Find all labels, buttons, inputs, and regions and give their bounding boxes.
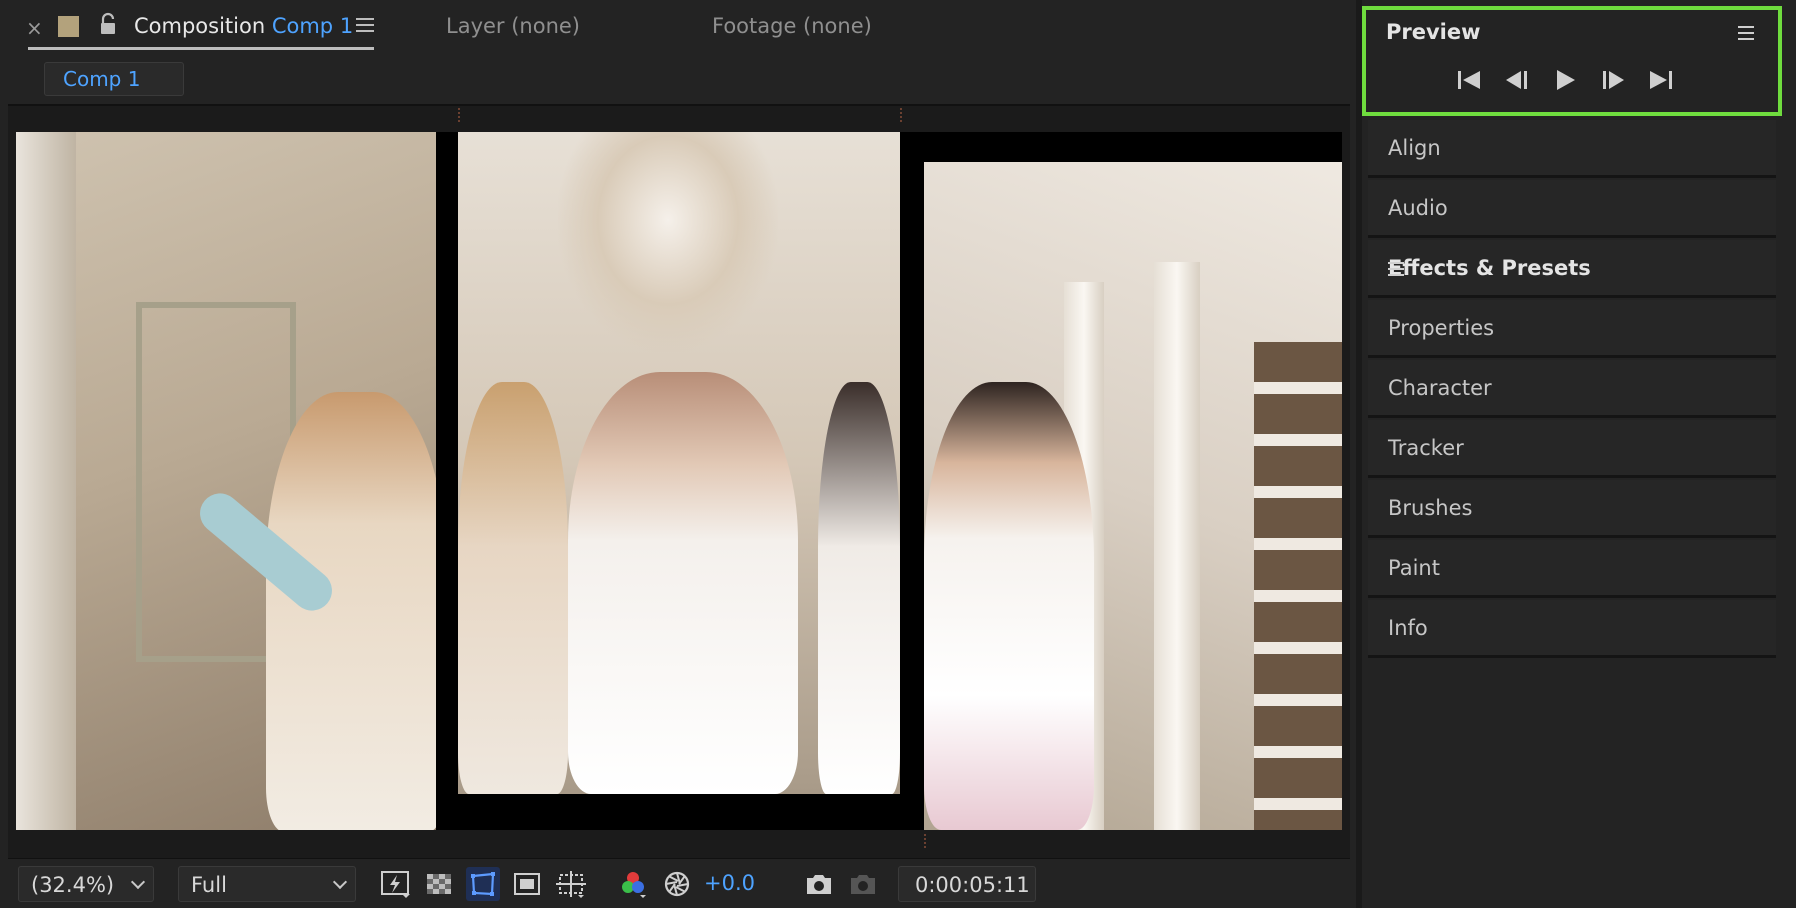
panel-effects-presets[interactable]: Effects & Presets [1368,240,1776,298]
chevron-down-icon [130,874,146,890]
video-layer-left[interactable] [16,132,436,830]
panel-character[interactable]: Character [1368,360,1776,418]
guide-marker [924,834,926,848]
panel-effects-presets-label: Effects & Presets [1388,256,1591,280]
magnification-dropdown[interactable]: (32.4%) [18,866,154,902]
magnification-value: (32.4%) [31,873,115,897]
show-snapshot-icon[interactable] [846,867,880,901]
panel-info[interactable]: Info [1368,600,1776,658]
play-icon[interactable] [1550,68,1580,92]
panel-tracker-label: Tracker [1388,436,1464,460]
right-panel-stack: Preview Align Audio Effects & Presets Pr… [1362,0,1796,908]
reset-exposure-icon[interactable] [660,867,694,901]
preview-panel: Preview [1362,6,1782,116]
first-frame-icon[interactable] [1454,68,1484,92]
tab-layer[interactable]: Layer (none) [446,14,580,38]
exposure-value[interactable]: +0.0 [704,871,755,895]
current-time-display[interactable]: 0:00:05:11 [898,866,1036,902]
bookshelf-shape [1254,342,1342,830]
chandelier-shape [558,132,778,352]
panel-paint-label: Paint [1388,556,1440,580]
panel-audio[interactable]: Audio [1368,180,1776,238]
last-frame-icon[interactable] [1646,68,1676,92]
panel-info-label: Info [1388,616,1428,640]
panel-properties-label: Properties [1388,316,1495,340]
preview-panel-title[interactable]: Preview [1386,20,1481,44]
person-figure [568,372,798,794]
panel-paint[interactable]: Paint [1368,540,1776,598]
transparency-grid-icon[interactable] [422,867,456,901]
composition-panel: × Composition Comp 1 Layer (none) Footag… [0,0,1356,908]
panel-character-label: Character [1388,376,1492,400]
person-figure [458,382,568,794]
video-layer-center[interactable] [458,132,900,794]
effects-panel-menu-icon[interactable] [1388,262,1404,280]
window-shape [16,132,76,830]
person-figure [266,392,436,830]
column-shape [1154,262,1200,830]
person-figure [924,382,1094,830]
video-layer-right[interactable] [924,162,1342,830]
resolution-dropdown[interactable]: Full [178,866,356,902]
chevron-down-icon [332,874,348,890]
tab-footage[interactable]: Footage (none) [712,14,872,38]
person-figure [818,382,900,794]
fast-previews-icon[interactable] [378,867,412,901]
tab-composition-prefix: Composition [134,14,266,38]
panel-properties[interactable]: Properties [1368,300,1776,358]
composition-tab-bar: × Composition Comp 1 Layer (none) Footag… [0,0,1356,52]
guide-marker [458,108,460,122]
label-color-swatch[interactable] [58,16,79,37]
guide-marker [900,108,902,122]
preview-panel-menu-icon[interactable] [1738,26,1754,44]
tab-composition-name: Comp 1 [271,14,354,38]
next-frame-icon[interactable] [1598,68,1628,92]
composition-breadcrumb[interactable]: Comp 1 [44,62,184,96]
mask-path-visibility-icon[interactable] [466,867,500,901]
composition-viewer[interactable] [8,106,1350,858]
grid-guides-icon[interactable] [554,867,588,901]
viewer-toolbar: (32.4%) Full +0.0 0:00:05:11 [8,858,1350,908]
panel-align[interactable]: Align [1368,120,1776,178]
panel-brushes[interactable]: Brushes [1368,480,1776,538]
channel-rgb-icon[interactable] [616,867,650,901]
composition-panel-menu-icon[interactable] [356,18,374,36]
close-tab-icon[interactable]: × [26,16,43,40]
panel-audio-label: Audio [1388,196,1448,220]
active-tab-underline [28,47,374,50]
panel-brushes-label: Brushes [1388,496,1473,520]
panel-tracker[interactable]: Tracker [1368,420,1776,478]
panel-align-label: Align [1388,136,1441,160]
region-of-interest-icon[interactable] [510,867,544,901]
take-snapshot-icon[interactable] [802,867,836,901]
resolution-value: Full [191,873,227,897]
tab-composition[interactable]: Composition Comp 1 [134,14,353,38]
previous-frame-icon[interactable] [1502,68,1532,92]
unlock-icon[interactable] [98,12,118,36]
